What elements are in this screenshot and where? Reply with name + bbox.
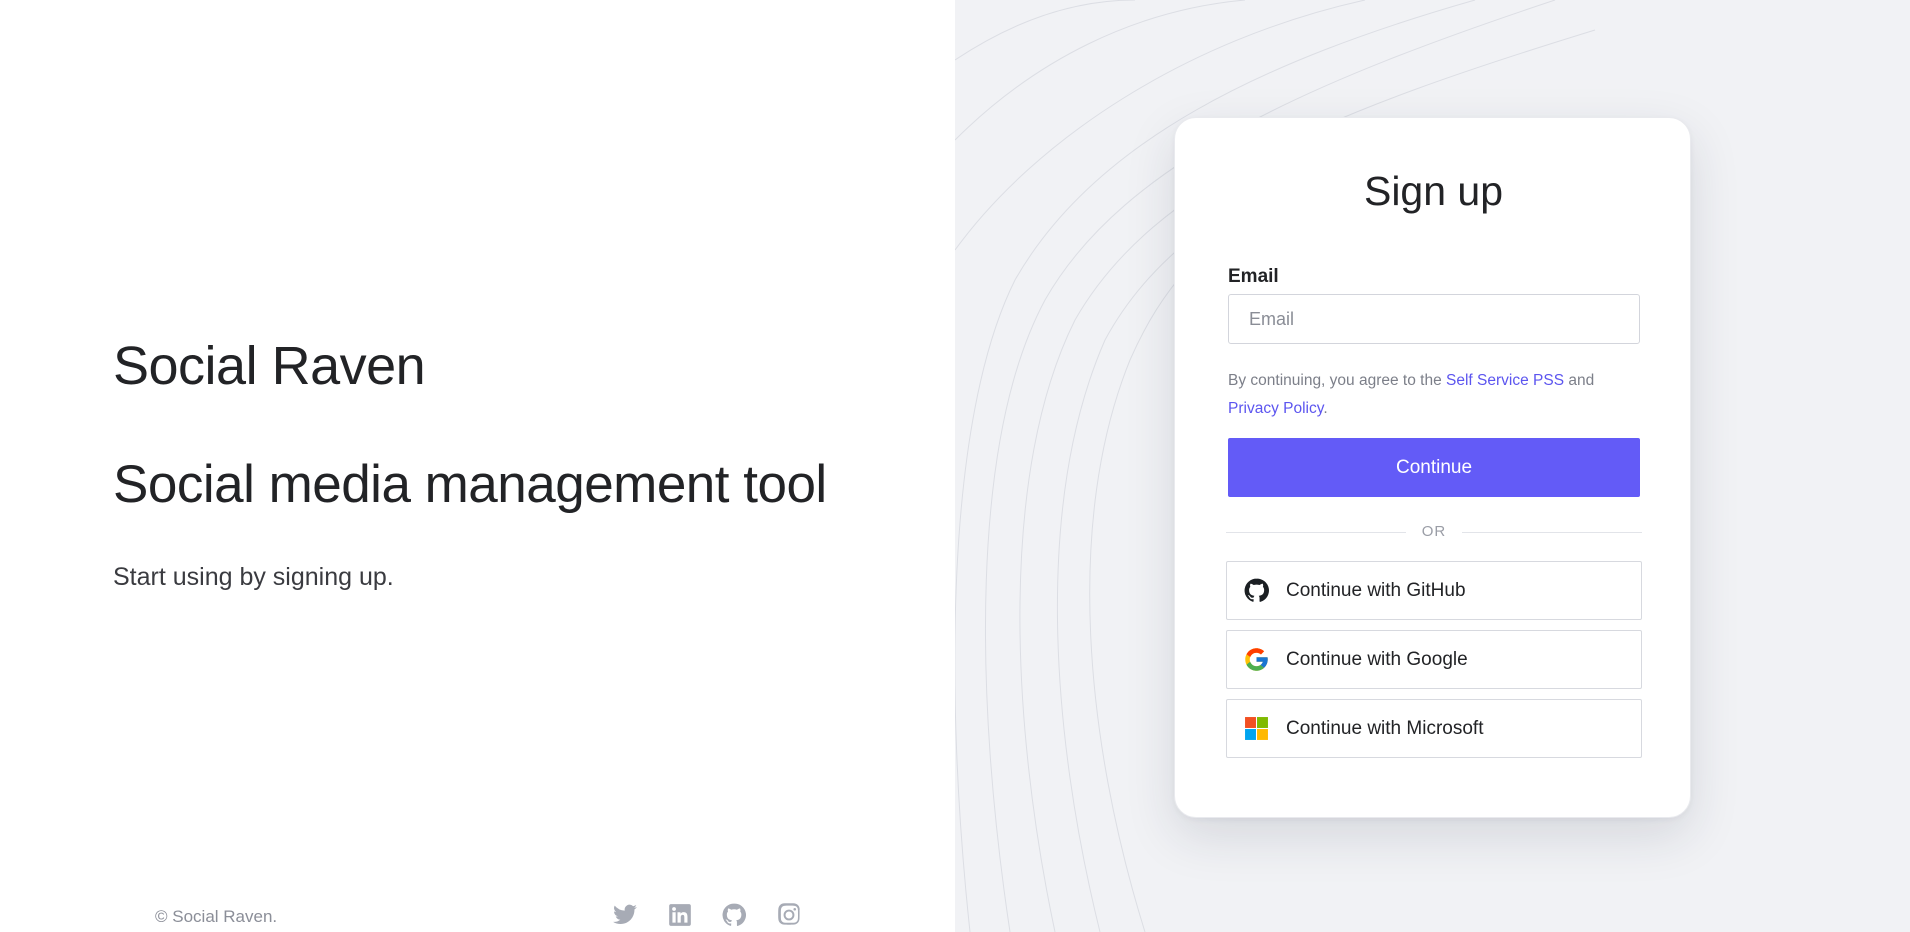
continue-button[interactable]: Continue <box>1228 438 1640 497</box>
email-input[interactable] <box>1228 294 1640 344</box>
signup-card: Sign up Email By continuing, you agree t… <box>1174 117 1691 818</box>
microsoft-signin-label: Continue with Microsoft <box>1286 717 1484 739</box>
terms-text: By continuing, you agree to the Self Ser… <box>1228 367 1648 423</box>
github-signin-button[interactable]: Continue with GitHub <box>1226 561 1642 620</box>
footer-copyright: © Social Raven. <box>155 907 278 926</box>
google-icon <box>1242 646 1270 674</box>
instagram-icon[interactable] <box>774 900 804 930</box>
email-label: Email <box>1228 266 1279 287</box>
subtitle: Start using by signing up. <box>113 563 394 591</box>
linkedin-icon[interactable] <box>665 900 695 930</box>
github-signin-label: Continue with GitHub <box>1286 579 1466 601</box>
signup-title: Sign up <box>1363 168 1504 214</box>
github-icon[interactable] <box>719 900 749 930</box>
brand-name: Social Raven <box>113 336 426 396</box>
terms-link[interactable]: Self Service PSS <box>1446 372 1564 389</box>
terms-middle: and <box>1564 372 1595 389</box>
terms-suffix: . <box>1323 400 1328 417</box>
twitter-icon[interactable] <box>610 900 640 930</box>
or-divider: OR <box>1226 520 1642 544</box>
github-icon <box>1242 577 1270 605</box>
microsoft-icon <box>1242 715 1270 743</box>
tagline: Social media management tool <box>113 455 827 514</box>
privacy-policy-link[interactable]: Privacy Policy <box>1228 400 1323 417</box>
left-panel: Social Raven Social media management too… <box>0 0 955 932</box>
google-signin-label: Continue with Google <box>1286 648 1468 670</box>
microsoft-signin-button[interactable]: Continue with Microsoft <box>1226 699 1642 758</box>
divider-line-right <box>1462 532 1642 533</box>
terms-prefix: By continuing, you agree to the <box>1228 372 1447 389</box>
google-signin-button[interactable]: Continue with Google <box>1226 630 1642 689</box>
